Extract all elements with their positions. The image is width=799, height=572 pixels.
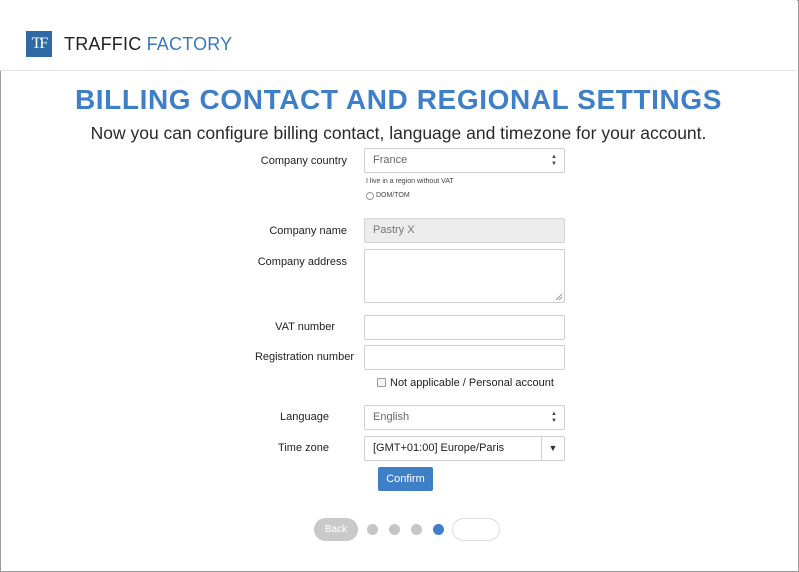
time-zone-label: Time zone [278, 442, 329, 454]
step-dot-4-active [433, 524, 444, 535]
company-country-label: Company country [260, 155, 347, 167]
time-zone-select[interactable]: [GMT+01:00] Europe/Paris ▼ [364, 436, 565, 461]
arrow-down-icon: ▼ [551, 161, 557, 167]
back-button[interactable]: Back [314, 518, 358, 541]
dom-tom-radio[interactable] [366, 192, 374, 200]
company-country-select[interactable]: France ▲ ▼ [364, 148, 565, 173]
company-name-label: Company name [269, 225, 347, 237]
language-label: Language [280, 411, 329, 423]
next-step-pill[interactable] [452, 518, 500, 541]
brand-word-factory: FACTORY [146, 34, 233, 54]
arrow-down-icon: ▼ [551, 418, 557, 424]
vat-region-note: I live in a region without VAT [366, 178, 454, 185]
company-name-field: Pastry X [364, 218, 565, 243]
language-value: English [373, 411, 410, 423]
header: TF TRAFFIC FACTORY [0, 0, 797, 71]
company-address-label: Company address [257, 256, 347, 268]
page-title: BILLING CONTACT AND REGIONAL SETTINGS [74, 84, 722, 115]
arrow-up-icon: ▲ [551, 154, 557, 160]
company-address-textarea[interactable] [364, 249, 565, 303]
brand-word-traffic: TRAFFIC [64, 34, 142, 54]
vat-number-label: VAT number [275, 321, 335, 333]
caret-down-icon[interactable]: ▼ [541, 437, 564, 460]
time-zone-value: [GMT+01:00] Europe/Paris [373, 442, 505, 454]
registration-number-label: Registration number [254, 351, 354, 363]
step-dot-1 [367, 524, 378, 535]
registration-number-field[interactable] [364, 345, 565, 370]
brand-name[interactable]: TRAFFIC FACTORY [64, 34, 232, 55]
updown-arrows-icon: ▲ ▼ [551, 406, 557, 425]
step-dot-2 [389, 524, 400, 535]
confirm-button[interactable]: Confirm [378, 467, 433, 491]
arrow-up-icon: ▲ [551, 411, 557, 417]
step-dot-3 [411, 524, 422, 535]
dom-tom-label: DOM/TOM [376, 192, 410, 199]
traffic-factory-logo-icon[interactable]: TF [26, 31, 52, 57]
updown-arrows-icon: ▲ ▼ [551, 149, 557, 168]
page-subtitle: Now you can configure billing contact, l… [90, 123, 707, 143]
resize-handle-icon[interactable] [555, 293, 563, 301]
not-applicable-label: Not applicable / Personal account [390, 377, 554, 389]
not-applicable-checkbox[interactable] [377, 378, 386, 387]
company-country-value: France [373, 154, 408, 166]
company-name-value: Pastry X [373, 224, 415, 236]
vat-number-field[interactable] [364, 315, 565, 340]
language-select[interactable]: English ▲ ▼ [364, 405, 565, 430]
